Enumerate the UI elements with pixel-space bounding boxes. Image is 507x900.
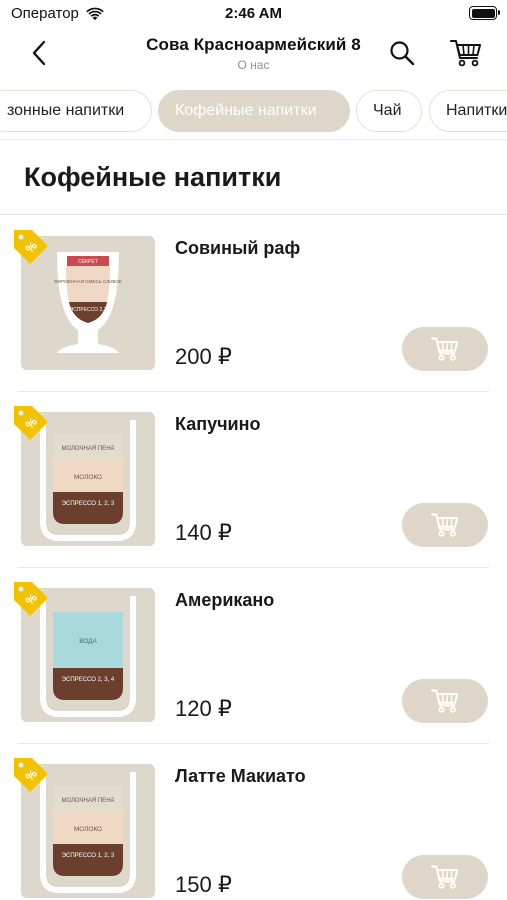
add-to-cart-button[interactable] (402, 327, 488, 371)
search-icon (390, 41, 415, 66)
discount-tag-icon: % (14, 230, 48, 264)
discount-tag-icon: % (14, 406, 48, 440)
product-price: 120 ₽ (175, 696, 232, 721)
cart-icon (430, 689, 459, 713)
layer-label: МОЛОЧНАЯ ПЕНА (61, 798, 114, 804)
product-card[interactable]: МОЛОЧНАЯ ПЕНА МОЛОКО ЭСПРЕССО 1, 2, 3 % … (0, 392, 507, 568)
layer-label: МОЛОКО (74, 474, 102, 481)
clock: 2:46 AM (225, 5, 282, 22)
product-name: Совиный раф (175, 238, 301, 258)
tab-coffee-drinks[interactable]: Кофейные напитки (158, 90, 350, 132)
tab-label: Чай (373, 102, 402, 119)
navigation-bar: Сова Красноармейский 8 О нас (0, 28, 507, 78)
cart-button[interactable] (449, 37, 483, 69)
store-title: Сова Красноармейский 8 (146, 35, 361, 54)
cart-icon (430, 337, 459, 361)
tab-label: Напитки (446, 102, 507, 119)
about-link[interactable]: О нас (0, 58, 507, 72)
layer-label: ВОДА (79, 638, 97, 645)
layer-label: ЭСПРЕССО 2, 3, 4 (62, 677, 115, 683)
add-to-cart-button[interactable] (402, 503, 488, 547)
product-price: 140 ₽ (175, 520, 232, 545)
battery-icon (469, 6, 500, 20)
layer-label: МОЛОЧНАЯ ПЕНА (61, 446, 114, 452)
divider (0, 214, 507, 215)
tab-drinks[interactable]: Напитки (429, 90, 507, 132)
tab-label: зонные напитки (7, 102, 125, 119)
layer-label: МОЛОКО (74, 826, 102, 833)
layer-label: СЕКРЕТ (78, 259, 98, 265)
product-name: Американо (175, 590, 275, 610)
product-card[interactable]: ВОДА ЭСПРЕССО 2, 3, 4 % Американо 120 ₽ (0, 568, 507, 744)
search-button[interactable] (388, 39, 416, 67)
cart-icon (430, 865, 459, 889)
tab-tea[interactable]: Чай (356, 90, 422, 132)
status-bar: Оператор 2:46 AM (0, 0, 507, 28)
product-price: 150 ₽ (175, 872, 232, 897)
product-card[interactable]: МОЛОЧНАЯ ПЕНА МОЛОКО ЭСПРЕССО 1, 2, 3 % … (0, 744, 507, 900)
add-to-cart-button[interactable] (402, 855, 488, 899)
section-title: Кофейные напитки (24, 162, 282, 192)
tab-seasonal-drinks[interactable]: зонные напитки (0, 90, 152, 132)
layer-label: ЭСПРЕССО 1, 2, 3 (62, 501, 115, 507)
tab-label: Кофейные напитки (175, 102, 317, 119)
category-tabs: зонные напитки Кофейные напитки Чай Напи… (0, 82, 507, 140)
add-to-cart-button[interactable] (402, 679, 488, 723)
discount-tag-icon: % (14, 582, 48, 616)
discount-tag-icon: % (14, 758, 48, 792)
layer-label: ФИРМЕННАЯ СМЕСЬ СЛИВОК (54, 279, 122, 284)
product-card[interactable]: СЕКРЕТ ФИРМЕННАЯ СМЕСЬ СЛИВОК ЭСПРЕССО 2… (0, 216, 507, 392)
product-price: 200 ₽ (175, 344, 232, 369)
cart-icon (450, 40, 481, 67)
cart-icon (430, 513, 459, 537)
product-name: Латте Макиато (175, 766, 306, 786)
layer-label: ЭСПРЕССО 2,3 (70, 307, 107, 313)
layer-label: ЭСПРЕССО 1, 2, 3 (62, 853, 115, 859)
product-name: Капучино (175, 414, 261, 434)
